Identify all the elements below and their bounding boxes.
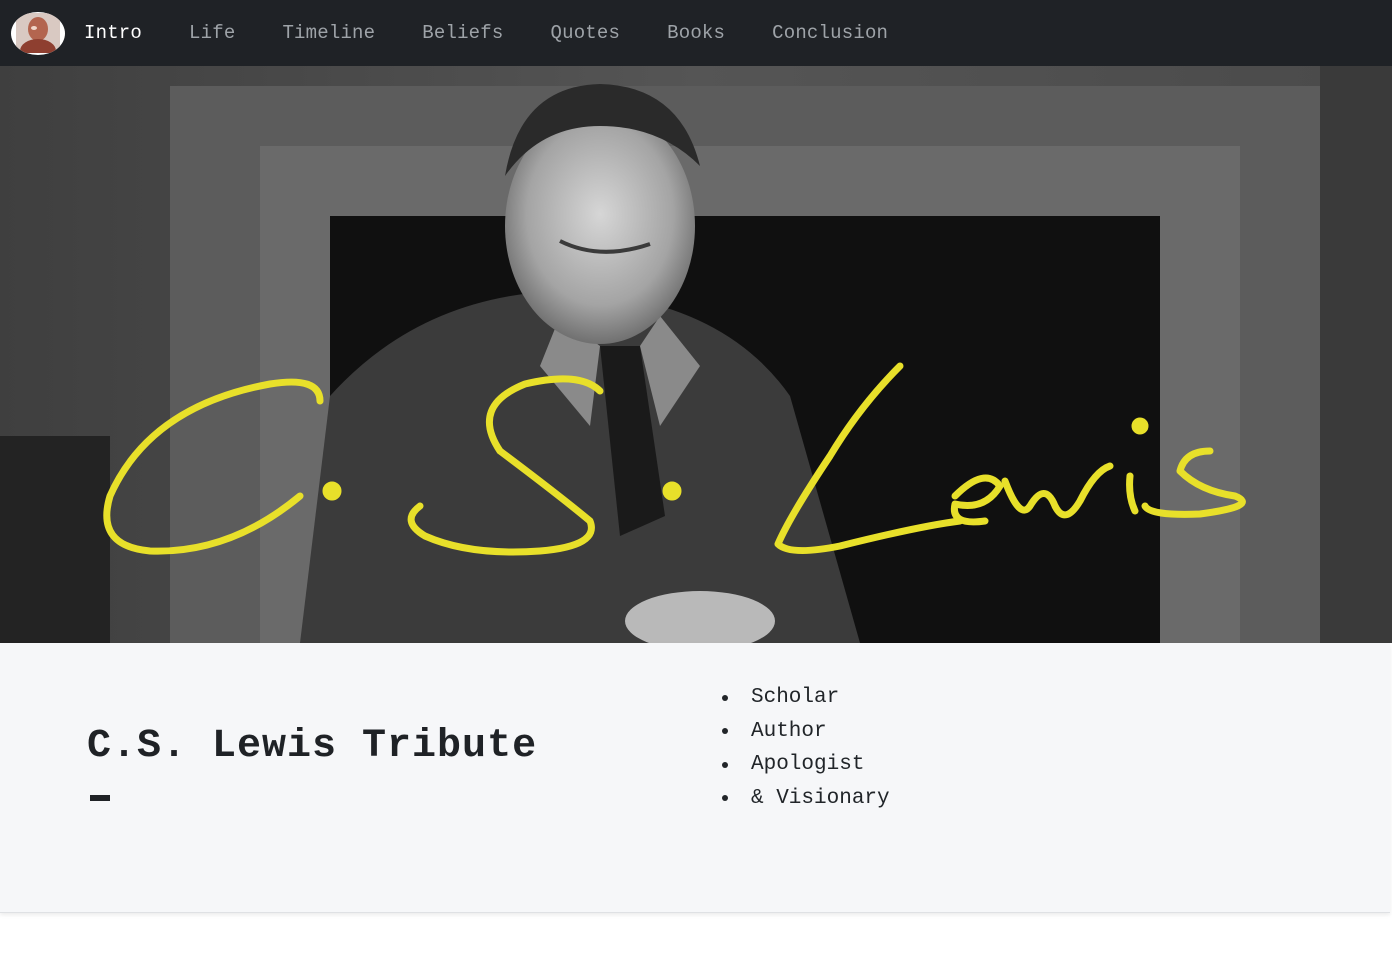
list-item: Author	[722, 715, 890, 749]
nav-item-timeline[interactable]: Timeline	[282, 22, 375, 44]
nav-item-conclusion[interactable]: Conclusion	[772, 22, 888, 44]
traits-list: Scholar Author Apologist & Visionary	[722, 681, 890, 815]
nav-item-life[interactable]: Life	[189, 22, 235, 44]
list-item: Scholar	[722, 681, 890, 715]
bullet-icon	[722, 728, 728, 735]
portrait-avatar-icon	[16, 13, 60, 53]
nav-menu: Intro Life Timeline Beliefs Quotes Books…	[84, 22, 935, 44]
hero-photo	[0, 66, 1392, 643]
bullet-icon	[722, 795, 728, 802]
top-navbar: Intro Life Timeline Beliefs Quotes Books…	[0, 0, 1392, 66]
typing-cursor	[90, 795, 110, 801]
nav-item-books[interactable]: Books	[667, 22, 725, 44]
list-item: & Visionary	[722, 782, 890, 816]
nav-item-intro[interactable]: Intro	[84, 22, 142, 44]
hero-banner	[0, 66, 1392, 643]
nav-item-beliefs[interactable]: Beliefs	[422, 22, 503, 44]
bullet-icon	[722, 761, 728, 768]
nav-item-quotes[interactable]: Quotes	[550, 22, 620, 44]
list-item: Apologist	[722, 748, 890, 782]
intro-panel: C.S. Lewis Tribute Scholar Author Apolog…	[0, 643, 1390, 913]
bullet-icon	[722, 694, 728, 701]
page-title: C.S. Lewis Tribute	[87, 724, 538, 769]
brand-avatar[interactable]	[11, 11, 65, 55]
